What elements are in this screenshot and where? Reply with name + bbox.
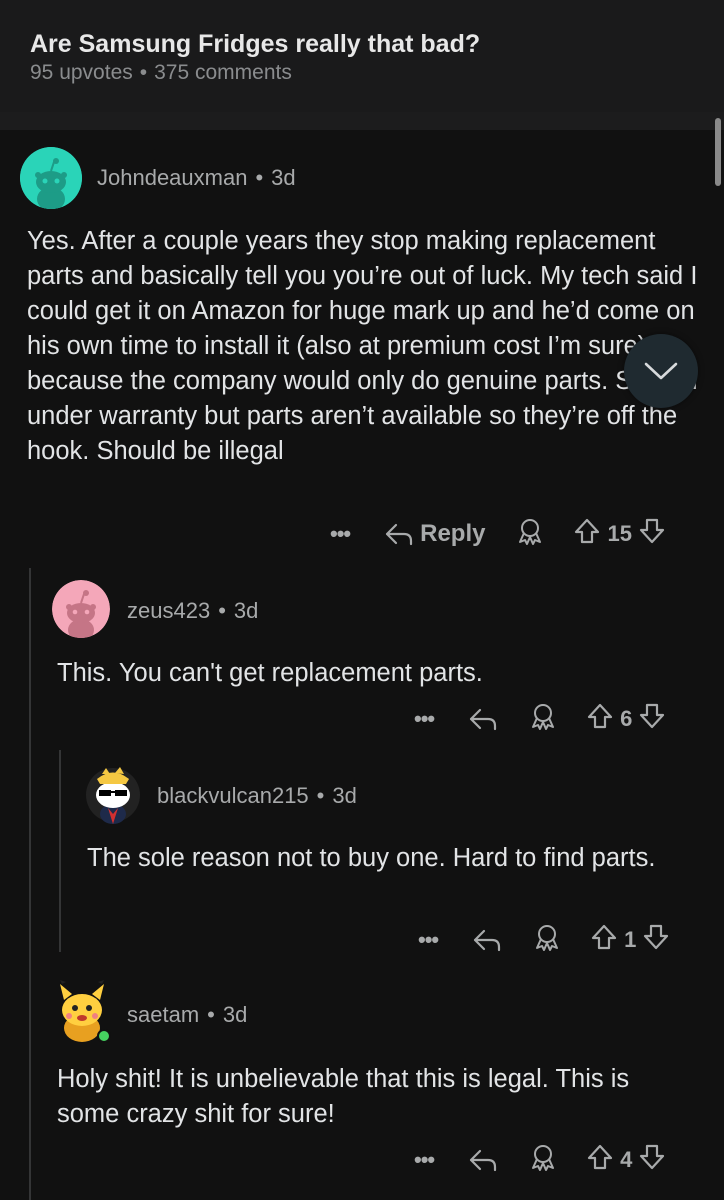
more-options-button[interactable]: ••• [330,521,351,547]
downvote-button[interactable] [642,923,670,957]
dot-separator: • [255,165,264,190]
reply-label: Reply [420,520,486,547]
author-name[interactable]: blackvulcan215 [157,783,309,808]
downvote-arrow-icon [639,518,665,544]
upvote-button[interactable] [586,702,614,736]
award-icon [519,519,542,545]
comment-body: The sole reason not to buy one. Hard to … [87,844,656,872]
avatar[interactable] [82,762,144,824]
comment-count: 375 comments [154,61,292,84]
avatar[interactable] [52,978,112,1044]
downvote-arrow-icon [640,1144,665,1170]
comment-age: 3d [233,598,259,623]
collapse-button[interactable] [624,334,698,408]
award-icon [536,925,559,951]
vote-score: 6 [620,706,633,731]
vote-score: 1 [624,927,637,952]
comment-author-row: blackvulcan215 • 3d [157,783,357,809]
reply-arrow-icon [386,523,413,546]
dot-separator: • [207,1002,215,1027]
downvote-button[interactable] [638,517,666,551]
scrollbar[interactable] [715,118,721,186]
snoo-avatar-icon [52,580,110,638]
dot-separator: • [316,783,325,808]
upvote-button[interactable] [590,923,618,957]
online-status-dot [97,1029,111,1043]
upvote-count: 95 upvotes [30,61,133,84]
author-name[interactable]: zeus423 [127,598,210,623]
thread-line-level-2[interactable] [59,750,61,952]
downvote-arrow-icon [640,703,665,729]
author-name[interactable]: Johndeauxman [97,165,247,190]
post-title: Are Samsung Fridges really that bad? [30,30,481,58]
downvote-button[interactable] [638,702,666,736]
post-header[interactable]: Are Samsung Fridges really that bad? 95 … [0,0,724,112]
reply-arrow-icon [470,708,497,731]
thread-line-level-1[interactable] [29,568,31,1200]
comment-actions: ••• 1 [418,922,670,958]
reply-button[interactable]: Reply [384,520,485,548]
avatar[interactable] [20,147,82,209]
reply-button[interactable] [468,706,498,732]
comment-age: 3d [332,783,357,808]
meta-separator: • [139,61,148,84]
upvote-arrow-icon [588,1144,613,1170]
avatar[interactable] [52,580,110,638]
comment-body: Yes. After a couple years they stop maki… [27,227,698,465]
reply-button[interactable] [468,1147,498,1173]
vote-score: 4 [620,1147,633,1172]
award-button[interactable] [532,922,562,958]
comment-actions: ••• 6 [414,701,666,737]
award-button[interactable] [515,516,545,552]
reply-arrow-icon [470,1149,497,1172]
downvote-arrow-icon [644,924,669,950]
award-icon [532,704,555,730]
author-name[interactable]: saetam [127,1002,199,1027]
comment-author-row: Johndeauxman • 3d [97,165,296,191]
comment-body: Holy shit! It is unbelievable that this … [57,1065,630,1128]
upvote-arrow-icon [592,924,617,950]
award-button[interactable] [528,701,558,737]
vote-score: 15 [607,521,632,546]
comment-age: 3d [271,165,296,190]
snoo-avatar-icon [20,147,82,209]
comment-actions: ••• Reply 15 [330,516,666,552]
snoo-avatar-icon [60,980,111,1043]
chevron-down-icon [644,362,678,380]
award-icon [532,1145,555,1171]
more-options-button[interactable]: ••• [418,927,439,953]
comment-actions: ••• 4 [414,1142,666,1178]
reply-button[interactable] [472,927,502,953]
more-options-button[interactable]: ••• [414,1147,435,1173]
downvote-button[interactable] [638,1143,666,1177]
upvote-button[interactable] [586,1143,614,1177]
post-meta: 95 upvotes • 375 comments [30,61,292,85]
comment-author-row: zeus423 • 3d [127,598,258,624]
snoo-avatar-icon [86,767,140,824]
dot-separator: • [218,598,226,623]
comment-author-row: saetam • 3d [127,1002,247,1028]
reply-arrow-icon [474,929,501,952]
comment-body: This. You can't get replacement parts. [57,659,483,687]
header-divider [0,112,724,130]
award-button[interactable] [528,1142,558,1178]
more-options-button[interactable]: ••• [414,706,435,732]
comment-age: 3d [222,1002,248,1027]
upvote-arrow-icon [575,518,600,544]
upvote-arrow-icon [588,703,613,729]
upvote-button[interactable] [573,517,601,551]
